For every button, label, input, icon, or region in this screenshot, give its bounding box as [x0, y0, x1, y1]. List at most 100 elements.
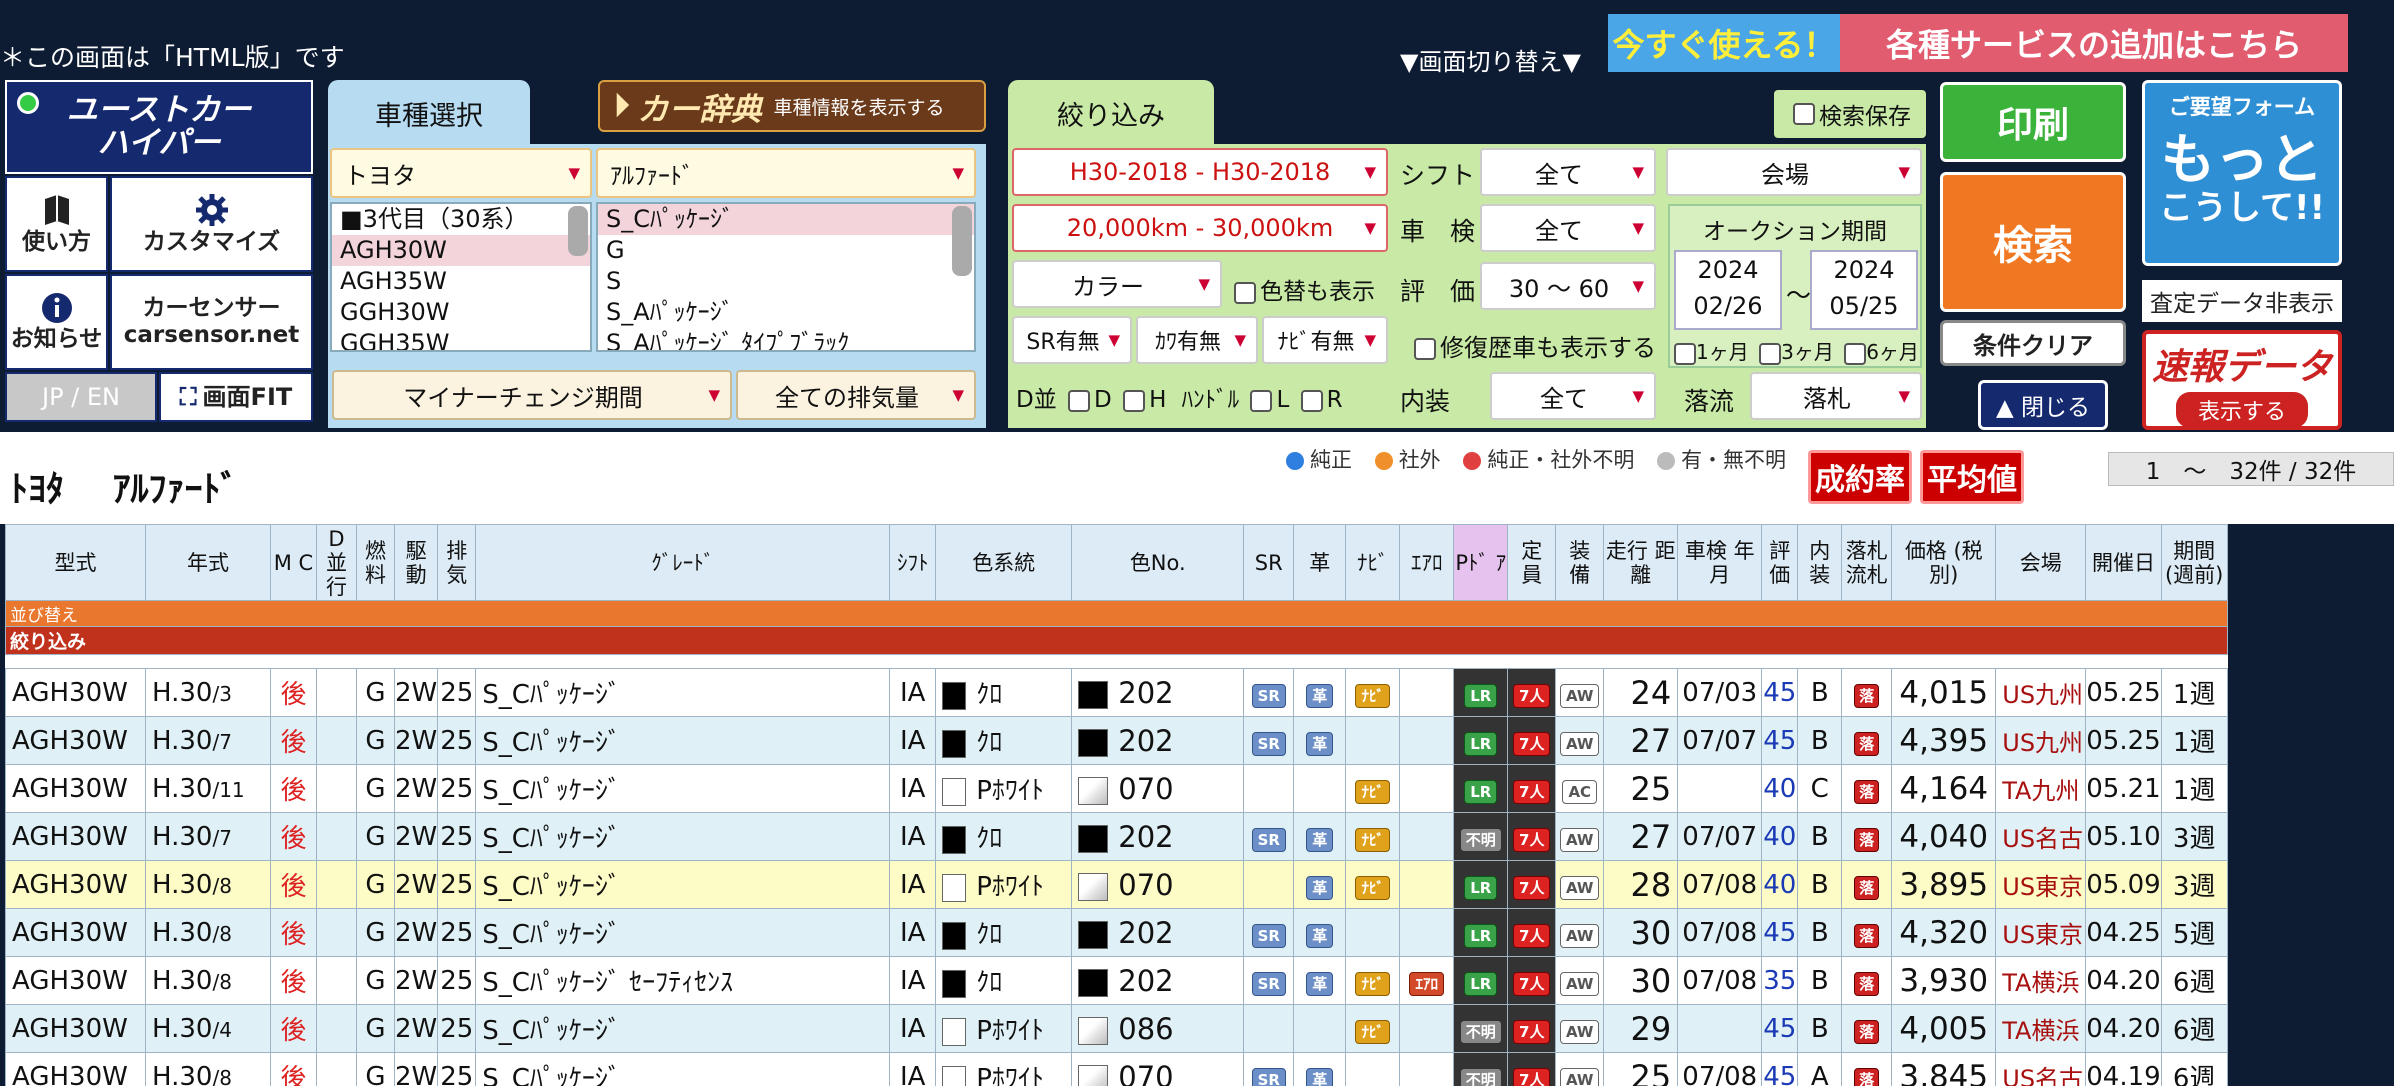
table-row[interactable]: AGH30W H.30/3 後 G 2W 25 S_Cﾊﾟｯｹｰｼﾞ IA ｸﾛ 202 SR 革ﾅﾋ… — [5, 668, 2228, 717]
average-button[interactable]: 平均値 — [1920, 450, 2024, 504]
column-header[interactable]: 色No. — [1071, 524, 1245, 601]
model-select[interactable]: ｱﾙﾌｧｰﾄﾞ — [596, 148, 976, 198]
contract-rate-button[interactable]: 成約率 — [1808, 450, 1912, 504]
column-header[interactable]: 年式 — [145, 524, 271, 601]
column-header[interactable]: 型式 — [5, 524, 146, 601]
customize-button[interactable]: カスタマイズ — [110, 176, 313, 272]
column-header[interactable]: 走行 距離 — [1603, 524, 1679, 601]
table-row[interactable]: AGH30W H.30/7 後 G 2W 25 S_Cﾊﾟｯｹｰｼﾞ IA ｸﾛ 202 SR 革 LR… — [5, 716, 2228, 765]
print-button[interactable]: 印刷 — [1940, 82, 2126, 162]
usage-button[interactable]: 使い方 — [5, 176, 108, 272]
displacement-select[interactable]: 全ての排気量 — [736, 370, 976, 420]
column-header[interactable]: 会場 — [1995, 524, 2087, 601]
table-row[interactable]: AGH30W H.30/8 後 G 2W 25 S_Cﾊﾟｯｹｰｼﾞ IA Pﾎﾜｲﾄ 070 革ﾅ… — [5, 860, 2228, 909]
column-header[interactable]: 内 装 — [1797, 524, 1843, 601]
column-header[interactable]: Pﾄﾞ ｱ — [1453, 524, 1509, 601]
h-checkbox[interactable] — [1123, 389, 1146, 412]
list-item[interactable]: S_Aﾊﾟｯｹｰｼﾞ ﾀｲﾌﾟﾌﾞﾗｯｸ — [598, 328, 974, 350]
table-row[interactable]: AGH30W H.30/7 後 G 2W 25 S_Cﾊﾟｯｹｰｼﾞ IA ｸﾛ 202 SR 革ﾅﾋ… — [5, 812, 2228, 861]
column-header[interactable]: ﾅﾋﾞ — [1345, 524, 1401, 601]
l-checkbox[interactable] — [1250, 389, 1273, 412]
year-range-select[interactable]: H30-2018 - H30-2018 — [1012, 148, 1388, 196]
venue-select[interactable]: 会場 — [1666, 148, 1922, 196]
service-banner[interactable]: 今すぐ使える！ 各種サービスの追加はこちら — [1608, 14, 2348, 72]
column-header[interactable]: D 並行 — [316, 524, 357, 601]
color-swap-option[interactable]: 色替も表示 — [1230, 272, 1375, 306]
search-button[interactable]: 検索 — [1940, 172, 2126, 312]
table-row[interactable]: AGH30W H.30/8 後 G 2W 25 S_Cﾊﾟｯｹｰｼﾞ ｾｰﾌﾃｨｾﾝｽ IA ｸ… — [5, 956, 2228, 1005]
banner-available-now[interactable]: 今すぐ使える！ — [1608, 14, 1840, 72]
column-header[interactable]: 駆 動 — [393, 524, 439, 601]
period-1m-checkbox[interactable] — [1674, 342, 1696, 365]
close-panel-button[interactable]: ▲ 閉じる — [1978, 380, 2108, 430]
tab-filter[interactable]: 絞り込み — [1008, 80, 1214, 146]
column-header[interactable]: SR — [1243, 524, 1295, 601]
column-header[interactable]: 革 — [1293, 524, 1347, 601]
list-item[interactable]: G — [598, 235, 974, 266]
column-header[interactable]: M C — [270, 524, 317, 601]
column-header[interactable]: 車検 年月 — [1677, 524, 1763, 601]
screen-switch-menu[interactable]: ▼画面切り替え▼ — [1400, 42, 1581, 77]
request-form-button[interactable]: ご要望フォーム もっと こうして!! — [2142, 80, 2342, 266]
column-header[interactable]: 排 気 — [437, 524, 477, 601]
table-row[interactable]: AGH30W H.30/4 後 G 2W 25 S_Cﾊﾟｯｹｰｼﾞ IA Pﾎﾜｲﾄ 086 ﾅﾋ… — [5, 1004, 2228, 1053]
column-header[interactable]: ｸﾞﾚｰﾄﾞ — [475, 524, 891, 601]
list-item[interactable]: S_Cﾊﾟｯｹｰｼﾞ — [598, 204, 974, 235]
screen-fit-button[interactable]: ⛶ 画面FIT — [159, 372, 313, 422]
inspection-select[interactable]: 全て — [1480, 204, 1656, 252]
clear-conditions-button[interactable]: 条件クリア — [1940, 320, 2126, 366]
d-checkbox[interactable] — [1068, 389, 1091, 412]
interior-select[interactable]: 全て — [1490, 372, 1656, 420]
repair-history-option[interactable]: 修復歴車も表示する — [1410, 328, 1656, 363]
column-header[interactable]: 落札 流札 — [1841, 524, 1893, 601]
list-item[interactable]: ■3代目（30系） — [332, 204, 590, 235]
date-to-field[interactable]: 2024 05/25 — [1810, 250, 1918, 330]
sort-row[interactable]: 並び替え — [5, 600, 2228, 627]
column-header[interactable]: 装 備 — [1555, 524, 1605, 601]
column-header[interactable]: 期間 (週前) — [2160, 524, 2228, 601]
result-select[interactable]: 落札 — [1750, 372, 1922, 420]
column-header[interactable]: 価格 (税別) — [1891, 524, 1997, 601]
sr-select[interactable]: SR有無 — [1012, 316, 1132, 364]
language-toggle[interactable]: JP / EN — [5, 372, 157, 422]
column-header[interactable]: 定 員 — [1507, 524, 1557, 601]
column-header[interactable]: 開催日 — [2085, 524, 2162, 601]
column-header[interactable]: ｴｱﾛ — [1399, 524, 1455, 601]
column-header[interactable]: 燃 料 — [356, 524, 395, 601]
tab-vehicle-select[interactable]: 車種選択 — [328, 80, 530, 146]
color-swap-checkbox[interactable] — [1234, 281, 1256, 304]
car-dictionary-button[interactable]: ⏵ カー辞典 車種情報を表示する — [598, 80, 986, 132]
flash-data-show-button[interactable]: 表示する — [2175, 392, 2308, 428]
generation-list[interactable]: ■3代目（30系） AGH30W AGH35W GGH30W GGH35W — [330, 202, 592, 352]
notice-button[interactable]: お知らせ — [5, 274, 108, 370]
list-item[interactable]: S_Aﾊﾟｯｹｰｼﾞ — [598, 297, 974, 328]
r-checkbox[interactable] — [1300, 389, 1323, 412]
date-from-field[interactable]: 2024 02/26 — [1674, 250, 1782, 330]
list-item[interactable]: AGH35W — [332, 266, 590, 297]
grade-list[interactable]: S_Cﾊﾟｯｹｰｼﾞ G S S_Aﾊﾟｯｹｰｼﾞ S_Aﾊﾟｯｹｰｼﾞ ﾀｲﾌ… — [596, 202, 976, 352]
shift-select[interactable]: 全て — [1480, 148, 1656, 196]
column-header[interactable]: 色系統 — [935, 524, 1073, 601]
column-header[interactable]: ｼﾌﾄ — [889, 524, 937, 601]
rating-select[interactable]: 30 〜 60 — [1480, 262, 1656, 310]
save-search-checkbox[interactable] — [1793, 103, 1815, 125]
navi-select[interactable]: ﾅﾋﾞ有無 — [1262, 316, 1388, 364]
period-3m-checkbox[interactable] — [1759, 342, 1782, 365]
banner-add-services[interactable]: 各種サービスの追加はこちら — [1840, 14, 2348, 72]
list-item[interactable]: S — [598, 266, 974, 297]
filter-row[interactable]: 絞り込み — [5, 626, 2228, 655]
list-item[interactable]: GGH35W — [332, 328, 590, 350]
flash-data-panel[interactable]: 速報データ 表示する — [2142, 330, 2342, 430]
scrollbar[interactable] — [952, 206, 972, 276]
table-row[interactable]: AGH30W H.30/8 後 G 2W 25 S_Cﾊﾟｯｹｰｼﾞ IA Pﾎﾜｲﾄ 070 SR… — [5, 1052, 2228, 1086]
minor-change-select[interactable]: マイナーチェンジ期間 — [332, 370, 732, 420]
scrollbar[interactable] — [568, 206, 588, 256]
table-row[interactable]: AGH30W H.30/8 後 G 2W 25 S_Cﾊﾟｯｹｰｼﾞ IA ｸﾛ 202 SR 革 LR… — [5, 908, 2228, 957]
color-select[interactable]: カラー — [1012, 260, 1222, 308]
period-6m-checkbox[interactable] — [1844, 342, 1867, 365]
table-row[interactable]: AGH30W H.30/11 後 G 2W 25 S_Cﾊﾟｯｹｰｼﾞ IA Pﾎﾜｲﾄ 070 ﾅ… — [5, 764, 2228, 813]
list-item[interactable]: GGH30W — [332, 297, 590, 328]
hide-appraisal-toggle[interactable]: 査定データ非表示 — [2142, 280, 2342, 322]
carsensor-link[interactable]: カーセンサー carsensor.net — [110, 274, 313, 370]
leather-select[interactable]: ｶﾜ有無 — [1136, 316, 1258, 364]
